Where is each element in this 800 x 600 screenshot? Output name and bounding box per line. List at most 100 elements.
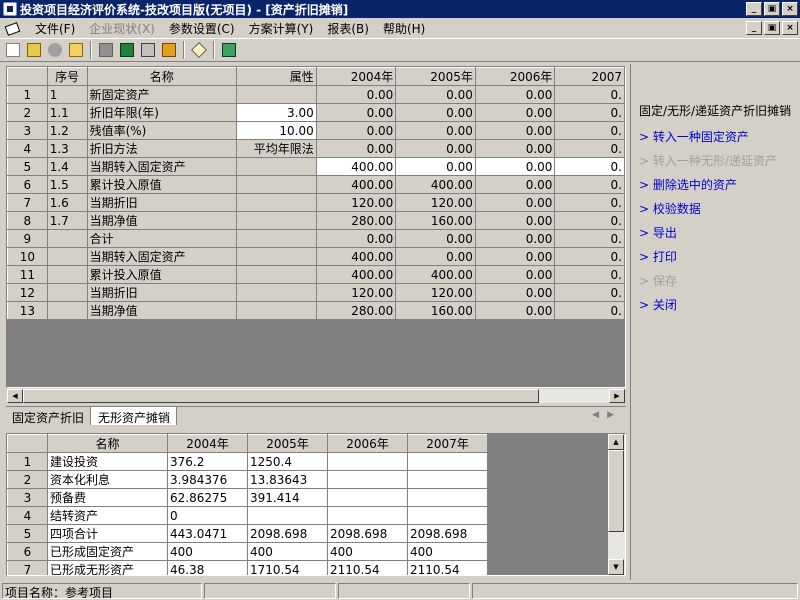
column-header[interactable]: 2007年: [407, 434, 488, 453]
transfer-fixed-asset-link[interactable]: > 转入一种固定资产: [639, 128, 749, 145]
mdi-close-button[interactable]: ×: [782, 21, 798, 35]
column-header[interactable]: 名称: [47, 434, 168, 453]
grid-cell[interactable]: 0.00: [315, 229, 397, 248]
row-header[interactable]: 9: [7, 229, 48, 248]
grid-cell[interactable]: 当期净值: [86, 211, 237, 230]
row-header[interactable]: 1: [7, 85, 48, 104]
row-header[interactable]: 5: [7, 524, 48, 543]
column-header[interactable]: 2005年: [395, 67, 476, 86]
grid-cell[interactable]: 累计投入原值: [86, 175, 237, 194]
grid-cell[interactable]: 443.0471: [167, 524, 248, 543]
menu-enterprise-status[interactable]: 企业现状(X): [82, 20, 162, 37]
grid-cell[interactable]: 预备费: [47, 488, 168, 507]
grid-cell[interactable]: 四项合计: [47, 524, 168, 543]
grid-cell[interactable]: [235, 301, 317, 320]
grid-cell[interactable]: 0.: [554, 121, 625, 140]
grid-cell[interactable]: 新固定资产: [86, 85, 237, 104]
grid-cell[interactable]: 0.00: [474, 283, 556, 302]
save-link[interactable]: > 保存: [639, 272, 677, 289]
delete-selected-asset-link[interactable]: > 删除选中的资产: [639, 176, 737, 193]
grid-cell[interactable]: 3.00: [235, 103, 317, 122]
grid-cell[interactable]: [235, 211, 317, 230]
grid-cell[interactable]: [235, 247, 317, 266]
grid-cell[interactable]: 0.: [554, 247, 625, 266]
grid-cell[interactable]: 0.00: [315, 121, 397, 140]
grid-cell[interactable]: 0.00: [474, 85, 556, 104]
row-header[interactable]: 1: [7, 452, 48, 471]
row-header[interactable]: 2: [7, 103, 48, 122]
grid-cell[interactable]: 资本化利息: [47, 470, 168, 489]
grid-cell[interactable]: 0.00: [474, 121, 556, 140]
column-header[interactable]: 属性: [235, 67, 317, 86]
grid-cell[interactable]: 0.00: [395, 85, 476, 104]
grid-cell[interactable]: [235, 85, 317, 104]
grid-cell[interactable]: 400.00: [315, 265, 397, 284]
scrollbar-thumb[interactable]: [608, 450, 624, 532]
grid-cell[interactable]: [46, 301, 88, 320]
grid-cell[interactable]: 1.4: [46, 157, 88, 176]
new-file-icon[interactable]: [3, 40, 23, 60]
grid-cell[interactable]: [235, 265, 317, 284]
grid-cell[interactable]: 120.00: [315, 283, 397, 302]
open-project-icon[interactable]: [66, 40, 86, 60]
grid-cell[interactable]: [407, 452, 488, 471]
grid-cell[interactable]: 0.: [554, 211, 625, 230]
maximize-button[interactable]: ▣: [764, 2, 780, 16]
grid-cell[interactable]: 合计: [86, 229, 237, 248]
grid-cell[interactable]: 残值率(%): [86, 121, 237, 140]
grid-cell[interactable]: 已形成固定资产: [47, 542, 168, 561]
row-header[interactable]: 3: [7, 488, 48, 507]
grid-cell[interactable]: [247, 506, 328, 525]
grid-cell[interactable]: 0.: [554, 283, 625, 302]
grid-cell[interactable]: 结转资产: [47, 506, 168, 525]
grid-cell[interactable]: 120.00: [315, 193, 397, 212]
horizontal-scrollbar[interactable]: ◀ ▶: [6, 388, 626, 404]
excel-icon[interactable]: [117, 40, 137, 60]
vertical-scrollbar[interactable]: ▲ ▼: [608, 434, 625, 575]
scroll-up-button[interactable]: ▲: [608, 434, 624, 450]
column-header[interactable]: 2004年: [167, 434, 248, 453]
grid-cell[interactable]: 0.00: [474, 157, 556, 176]
document-menu-icon[interactable]: [4, 20, 20, 36]
grid-cell[interactable]: 0.00: [474, 193, 556, 212]
grid-cell[interactable]: [235, 283, 317, 302]
column-header[interactable]: 序号: [46, 67, 88, 86]
grid-cell[interactable]: [46, 229, 88, 248]
menu-plan-calculation[interactable]: 方案计算(Y): [242, 20, 321, 37]
row-header[interactable]: 11: [7, 265, 48, 284]
grid-cell[interactable]: 62.86275: [167, 488, 248, 507]
grid-cell[interactable]: 120.00: [395, 193, 476, 212]
grid-cell[interactable]: 2110.54: [407, 560, 488, 575]
grid-cell[interactable]: 120.00: [395, 283, 476, 302]
grid-cell[interactable]: 1250.4: [247, 452, 328, 471]
grid-cell[interactable]: 1.6: [46, 193, 88, 212]
close-button[interactable]: ×: [782, 2, 798, 16]
grid-cell[interactable]: [46, 265, 88, 284]
grid-cell[interactable]: [235, 175, 317, 194]
grid-cell[interactable]: 280.00: [315, 211, 397, 230]
grid-cell[interactable]: [327, 488, 408, 507]
grid-cell[interactable]: 400.00: [315, 175, 397, 194]
row-header[interactable]: 12: [7, 283, 48, 302]
grid-cell[interactable]: 当期净值: [86, 301, 237, 320]
row-header[interactable]: 8: [7, 211, 48, 230]
grid-cell[interactable]: 1.7: [46, 211, 88, 230]
open-folder-icon[interactable]: [24, 40, 44, 60]
column-header[interactable]: 名称: [86, 67, 237, 86]
grid-cell[interactable]: 1.2: [46, 121, 88, 140]
grid-cell[interactable]: 10.00: [235, 121, 317, 140]
column-header[interactable]: 2006年: [474, 67, 556, 86]
grid-cell[interactable]: [235, 157, 317, 176]
grid-cell[interactable]: 1.3: [46, 139, 88, 158]
grid-cell[interactable]: 0.00: [315, 85, 397, 104]
row-header[interactable]: 7: [7, 560, 48, 575]
grid-cell[interactable]: 0.00: [395, 139, 476, 158]
scroll-left-button[interactable]: ◀: [7, 389, 23, 403]
tab-fixed-asset-depreciation[interactable]: 固定资产折旧: [6, 407, 92, 425]
scroll-down-button[interactable]: ▼: [608, 559, 624, 575]
grid-cell[interactable]: 400: [407, 542, 488, 561]
scrollbar-thumb[interactable]: [23, 389, 539, 403]
export-link[interactable]: > 导出: [639, 224, 677, 241]
grid-cell[interactable]: 0.: [554, 85, 625, 104]
grid-cell[interactable]: 0.00: [474, 247, 556, 266]
